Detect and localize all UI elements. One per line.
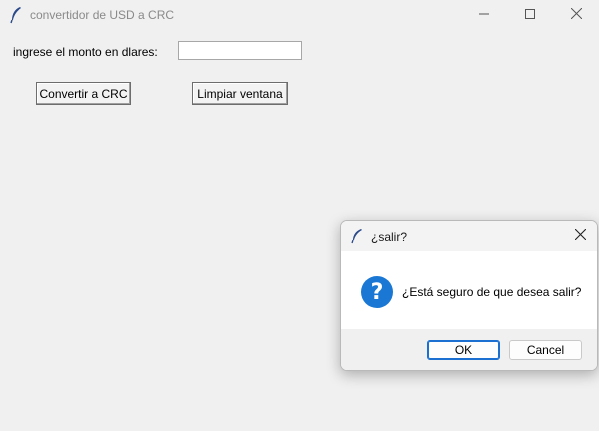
cancel-button[interactable]: Cancel bbox=[509, 340, 582, 360]
dialog-title: ¿salir? bbox=[371, 230, 408, 244]
dialog-footer: OK Cancel bbox=[341, 329, 597, 370]
amount-input[interactable] bbox=[178, 41, 302, 60]
window-title: convertidor de USD a CRC bbox=[30, 8, 175, 22]
close-button[interactable] bbox=[553, 0, 599, 30]
feather-icon bbox=[351, 228, 363, 244]
exit-dialog: ¿salir? ? ¿Está seguro de que desea sali… bbox=[340, 220, 598, 371]
maximize-icon bbox=[525, 8, 535, 22]
close-icon bbox=[570, 7, 582, 22]
minimize-button[interactable] bbox=[461, 0, 507, 30]
dialog-message: ¿Está seguro de que desea salir? bbox=[402, 285, 582, 299]
title-bar[interactable]: convertidor de USD a CRC bbox=[0, 0, 599, 30]
dialog-title-bar[interactable]: ¿salir? bbox=[341, 221, 597, 251]
clear-window-button[interactable]: Limpiar ventana bbox=[192, 82, 288, 105]
close-icon bbox=[574, 228, 586, 243]
ok-button[interactable]: OK bbox=[427, 340, 500, 360]
feather-icon bbox=[9, 6, 23, 24]
maximize-button[interactable] bbox=[507, 0, 553, 30]
dialog-close-button[interactable] bbox=[563, 221, 597, 251]
dialog-body: ? ¿Está seguro de que desea salir? bbox=[341, 251, 597, 329]
convert-button[interactable]: Convertir a CRC bbox=[36, 82, 131, 105]
question-icon: ? bbox=[361, 276, 393, 308]
minimize-icon bbox=[479, 8, 489, 22]
amount-label: ingrese el monto en dlares: bbox=[13, 45, 158, 59]
